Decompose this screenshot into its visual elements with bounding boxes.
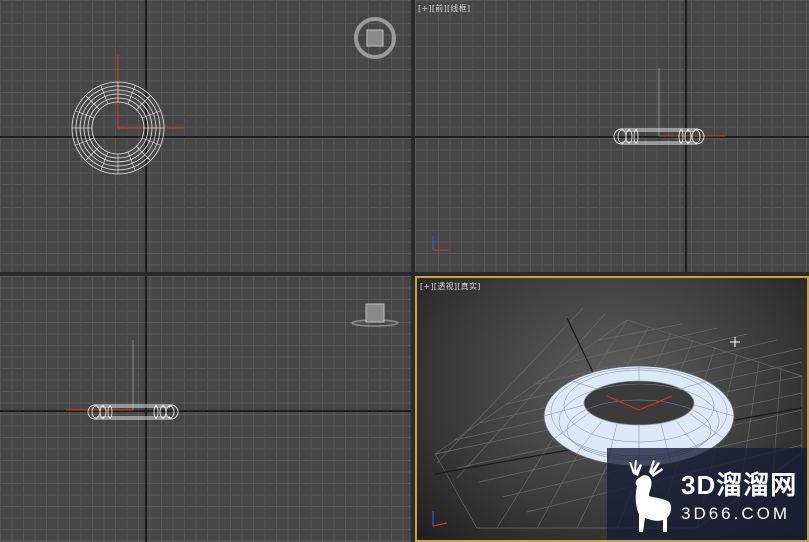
crosshair-cursor-icon (730, 337, 740, 347)
brand-name-en: 3D66.COM (681, 503, 791, 523)
viewport-top[interactable] (0, 0, 411, 272)
world-axis-icon (432, 511, 448, 527)
brand-watermark: 3D溜溜网 3D66.COM (607, 448, 807, 540)
viewcube-icon (351, 303, 399, 327)
world-axis-icon (432, 236, 449, 251)
pivot-gizmo (658, 68, 725, 137)
top-view-scene (71, 17, 396, 175)
viewcube-icon (354, 17, 396, 59)
viewport-perspective[interactable]: [+][透视][真实] 3D溜溜网 3D66.COM (415, 276, 809, 542)
viewport-left[interactable] (0, 276, 411, 542)
brand-name-cn: 3D溜溜网 (681, 469, 798, 500)
deer-logo-icon (629, 460, 672, 532)
pivot-gizmo (66, 340, 134, 411)
left-view-scene (66, 303, 399, 420)
front-view-scene (432, 68, 725, 251)
torus-wireframe-left (87, 404, 179, 420)
viewport-front[interactable]: [+][前][线框] (415, 0, 809, 272)
